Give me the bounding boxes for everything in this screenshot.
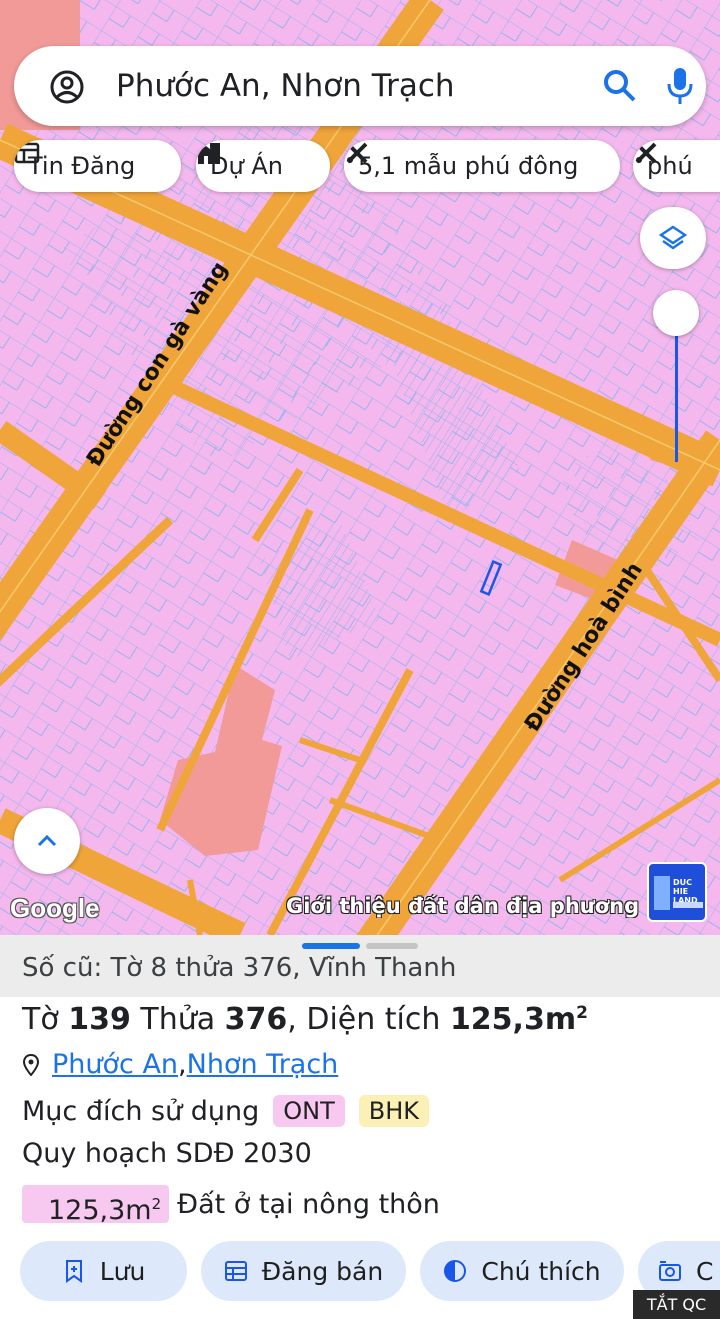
expand-button[interactable]: [14, 808, 80, 874]
parcel-area: 125,3m2: [449, 1002, 588, 1037]
search-bar[interactable]: Phước An, Nhơn Trạch: [14, 46, 706, 126]
chevron-up-icon: [37, 834, 57, 847]
plan-area-badge: 125,3m2: [22, 1185, 170, 1226]
chip-tin-dang[interactable]: Tin Đăng: [14, 140, 181, 192]
turn-off-ads-button[interactable]: TẮT QC: [633, 1290, 720, 1319]
brand-badge-line: [673, 902, 703, 908]
legend-contrast-icon: [444, 1260, 467, 1282]
microphone-icon[interactable]: [664, 66, 696, 106]
land-use-row: Mục đích sử dụng ONT BHK: [22, 1095, 430, 1127]
sheet-number: 139: [68, 1002, 131, 1037]
parcel-details-sheet[interactable]: Số cũ: Tờ 8 thửa 376, Vĩnh Thanh Tờ 139 …: [0, 935, 720, 1319]
chip-label: Tin Đăng: [28, 152, 136, 180]
parcel-title: Tờ 139 Thửa 376, Diện tích 125,3m2: [22, 1002, 588, 1037]
listing-icon: [14, 142, 40, 164]
tools-icon: [346, 142, 368, 164]
plan-area-row: 125,3m2 Đất ở tại nông thôn: [22, 1185, 440, 1226]
building-icon: [654, 876, 670, 910]
listing-icon: [224, 1261, 247, 1281]
opacity-slider-track[interactable]: [675, 318, 678, 462]
old-reference: Số cũ: Tờ 8 thửa 376, Vĩnh Thanh: [0, 935, 720, 997]
google-attribution: Google: [10, 893, 100, 923]
usage-label: Mục đích sử dụng: [22, 1095, 260, 1127]
plan-label: Quy hoạch SDĐ 2030: [22, 1138, 312, 1169]
chip-phu[interactable]: phú: [633, 140, 720, 192]
camera-icon: [659, 1261, 681, 1281]
save-label: Lưu: [99, 1256, 146, 1286]
sheet-handle-inactive[interactable]: [366, 943, 418, 949]
chip-du-an[interactable]: Dự Án: [196, 140, 330, 192]
account-icon[interactable]: [50, 70, 84, 104]
brand-badge-text: DUC HIE LAND: [673, 878, 698, 905]
post-sale-button[interactable]: Đăng bán: [201, 1241, 406, 1301]
ward-link[interactable]: Phước An: [52, 1049, 178, 1080]
district-link[interactable]: Nhơn Trạch: [187, 1049, 339, 1080]
post-sale-label: Đăng bán: [261, 1256, 384, 1286]
opacity-slider-handle[interactable]: [653, 290, 699, 336]
overlay-caption: Giới thiệu đất dân địa phương giá: [286, 894, 646, 918]
legend-button[interactable]: Chú thích: [420, 1241, 624, 1301]
chip-label: 5,1 mẫu phú đông: [358, 152, 579, 180]
bookmark-add-icon: [65, 1260, 82, 1283]
search-icon[interactable]: [602, 68, 638, 104]
project-house-icon: [198, 143, 220, 164]
usage-tag-bhk[interactable]: BHK: [358, 1095, 430, 1127]
parcel-location: Phước An, Nhơn Trạch: [22, 1049, 338, 1080]
brand-badge-logo: DUC HIE LAND: [647, 862, 707, 922]
location-pin-icon: [22, 1053, 40, 1076]
search-input[interactable]: Phước An, Nhơn Trạch: [116, 46, 455, 126]
usage-tag-ont[interactable]: ONT: [273, 1095, 345, 1127]
chip-5-1-mau-phu-dong[interactable]: 5,1 mẫu phú đông: [344, 140, 620, 192]
plan-area-description: Đất ở tại nông thôn: [177, 1188, 440, 1220]
map-view[interactable]: Đường con gà vàng Đường hoà bình Phước A…: [0, 0, 720, 935]
camera-label: C: [696, 1256, 714, 1286]
save-button[interactable]: Lưu: [20, 1241, 187, 1301]
sheet-handle-active[interactable]: [302, 943, 360, 949]
parcel-number: 376: [224, 1002, 288, 1037]
legend-label: Chú thích: [481, 1256, 601, 1286]
layers-icon: [659, 225, 687, 250]
tools-icon: [635, 142, 657, 164]
layers-button[interactable]: [640, 207, 706, 269]
